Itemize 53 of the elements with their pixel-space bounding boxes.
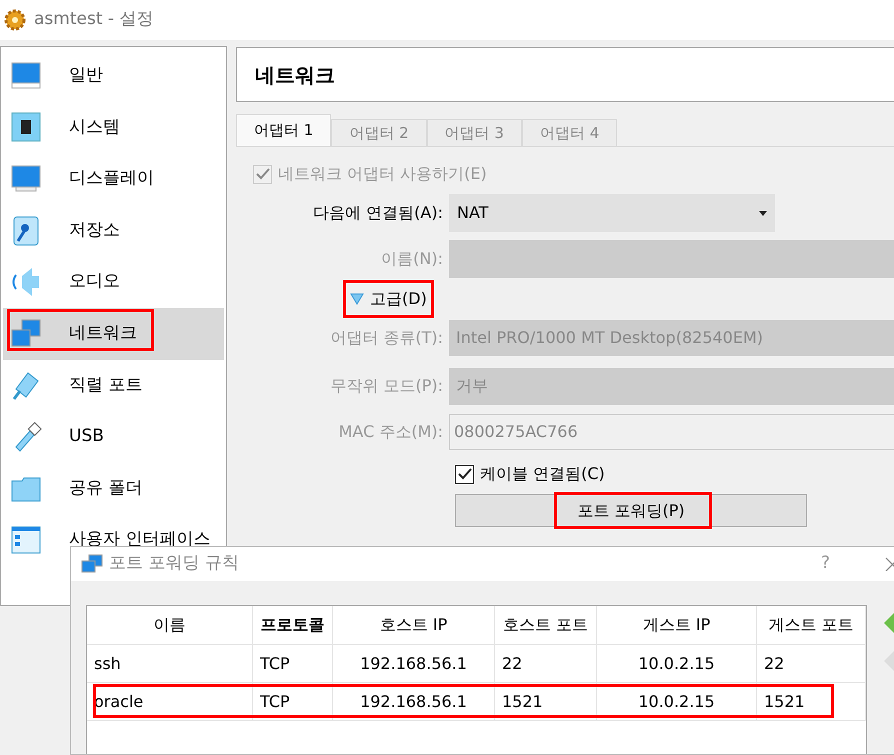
advanced-toggle[interactable]: 고급(D) — [346, 282, 431, 314]
table-cell: 1521 — [495, 683, 597, 720]
sidebar-item[interactable]: 디스플레이 — [3, 153, 224, 205]
column-header[interactable]: 프로토콜 — [253, 606, 333, 644]
sidebar-item[interactable]: 직렬 포트 — [3, 360, 224, 412]
chip-icon — [9, 111, 43, 144]
sidebar-item[interactable]: 일반 — [3, 50, 224, 102]
checkbox-label: 케이블 연결됨(C) — [480, 463, 605, 485]
name-field[interactable] — [449, 240, 894, 278]
sidebar-item[interactable]: 공유 폴더 — [3, 462, 224, 514]
network-icon — [81, 554, 103, 574]
checkbox[interactable] — [455, 464, 474, 484]
table-cell: TCP — [253, 645, 333, 682]
table-cell: 10.0.2.15 — [597, 683, 757, 720]
checkbox-label: 네트워크 어댑터 사용하기(E) — [278, 163, 487, 185]
field-label: 어댑터 종류(T): — [329, 327, 444, 349]
dropdown[interactable]: NAT — [449, 194, 775, 232]
field-label: 이름(N): — [380, 248, 444, 270]
table-cell: 22 — [757, 645, 866, 682]
field-label: 다음에 연결됨(A): — [312, 202, 444, 224]
table-cell: 192.168.56.1 — [333, 683, 495, 720]
field-label: MAC 주소(M): — [338, 421, 444, 443]
table-cell: 10.0.2.15 — [597, 645, 757, 682]
table-cell: 22 — [495, 645, 597, 682]
port-forwarding-button[interactable]: 포트 포워딩(P) — [455, 494, 807, 527]
table-row[interactable]: ssh TCP 192.168.56.1 22 10.0.2.15 22 — [87, 645, 866, 683]
sidebar-item[interactable]: 저장소 — [3, 204, 224, 256]
table-row[interactable]: oracle TCP 192.168.56.1 1521 10.0.2.15 1521 — [87, 683, 866, 721]
sidebar-item[interactable]: 네트워크 — [3, 308, 224, 360]
column-header[interactable]: 호스트 포트 — [495, 606, 597, 644]
dialog-title: 포트 포워딩 규칙 — [109, 552, 239, 576]
add-rule-icon[interactable] — [884, 613, 894, 633]
sidebar-item[interactable]: 오디오 — [3, 256, 224, 308]
table-cell: 1521 — [757, 683, 866, 720]
gear-icon — [4, 9, 26, 31]
column-header[interactable]: 이름 — [87, 606, 253, 644]
sidebar-item[interactable]: 시스템 — [3, 102, 224, 154]
close-icon[interactable] — [885, 557, 894, 571]
expand-triangle-icon — [350, 292, 364, 304]
field-label: 무작위 모드(P): — [329, 375, 444, 397]
column-header[interactable]: 게스트 포트 — [757, 606, 866, 644]
sidebar-item[interactable]: USB — [3, 411, 224, 463]
tab[interactable]: 어댑터 1 — [236, 114, 332, 146]
table-cell: oracle — [87, 683, 253, 720]
table-cell: 192.168.56.1 — [333, 645, 495, 682]
window-icon — [9, 524, 43, 556]
window-title: asmtest - 설정 — [34, 8, 154, 32]
column-header[interactable]: 호스트 IP — [333, 606, 495, 644]
dropdown-arrow-icon — [759, 210, 767, 216]
table-cell: TCP — [253, 683, 333, 720]
table-cell: ssh — [87, 645, 253, 682]
page-title: 네트워크 — [255, 62, 335, 88]
column-header[interactable]: 게스트 IP — [597, 606, 757, 644]
